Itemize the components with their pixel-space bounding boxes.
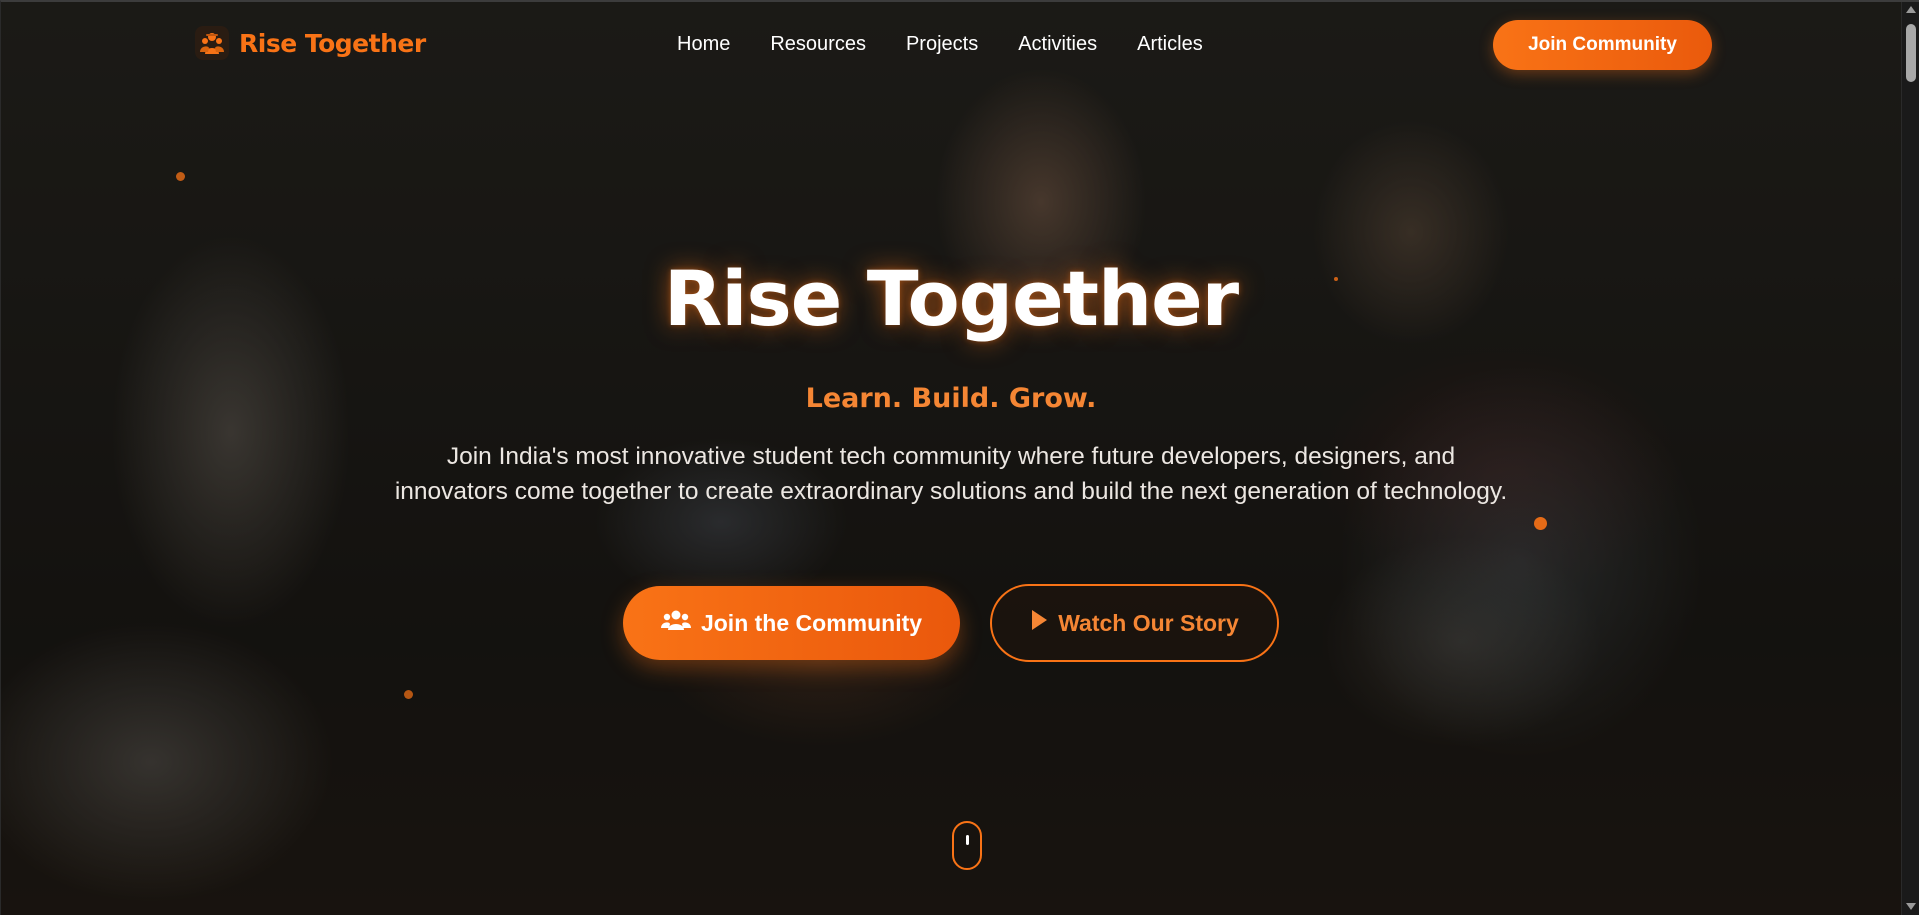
brand-name: Rise Together	[239, 28, 426, 58]
brand-logo-link[interactable]: Rise Together	[195, 26, 426, 60]
scroll-down-indicator[interactable]	[952, 821, 982, 870]
top-navbar: Rise Together Home Resources Projects Ac…	[1, 2, 1901, 86]
nav-link-resources[interactable]: Resources	[770, 33, 866, 56]
join-the-community-button[interactable]: Join the Community	[623, 586, 960, 660]
team-icon	[195, 26, 229, 60]
decorative-particle	[404, 690, 413, 699]
watch-our-story-label: Watch Our Story	[1058, 609, 1239, 636]
hero-description: Join India's most innovative student tec…	[394, 443, 1508, 505]
scrollbar-thumb[interactable]	[1906, 24, 1916, 82]
hero-tagline: Learn. Build. Grow.	[805, 383, 1097, 414]
watch-our-story-button[interactable]: Watch Our Story	[990, 584, 1279, 662]
main-nav: Home Resources Projects Activities Artic…	[677, 33, 1203, 56]
users-icon	[660, 609, 691, 637]
decorative-particle	[176, 172, 185, 181]
join-the-community-label: Join the Community	[700, 609, 923, 636]
nav-link-home[interactable]: Home	[677, 33, 730, 56]
scroll-wheel	[966, 835, 969, 845]
scroll-down-arrow-icon[interactable]	[1906, 903, 1916, 910]
decorative-particle	[1534, 517, 1547, 530]
nav-link-articles[interactable]: Articles	[1137, 33, 1203, 56]
scroll-up-arrow-icon[interactable]	[1906, 6, 1916, 13]
nav-link-projects[interactable]: Projects	[906, 33, 978, 56]
play-icon	[1030, 609, 1048, 637]
nav-link-activities[interactable]: Activities	[1018, 33, 1097, 56]
hero-title: Rise Together	[663, 254, 1239, 343]
browser-viewport: Rise Together Home Resources Projects Ac…	[0, 0, 1919, 915]
join-community-button[interactable]: Join Community	[1493, 20, 1712, 70]
page-scrollbar[interactable]	[1901, 2, 1919, 915]
